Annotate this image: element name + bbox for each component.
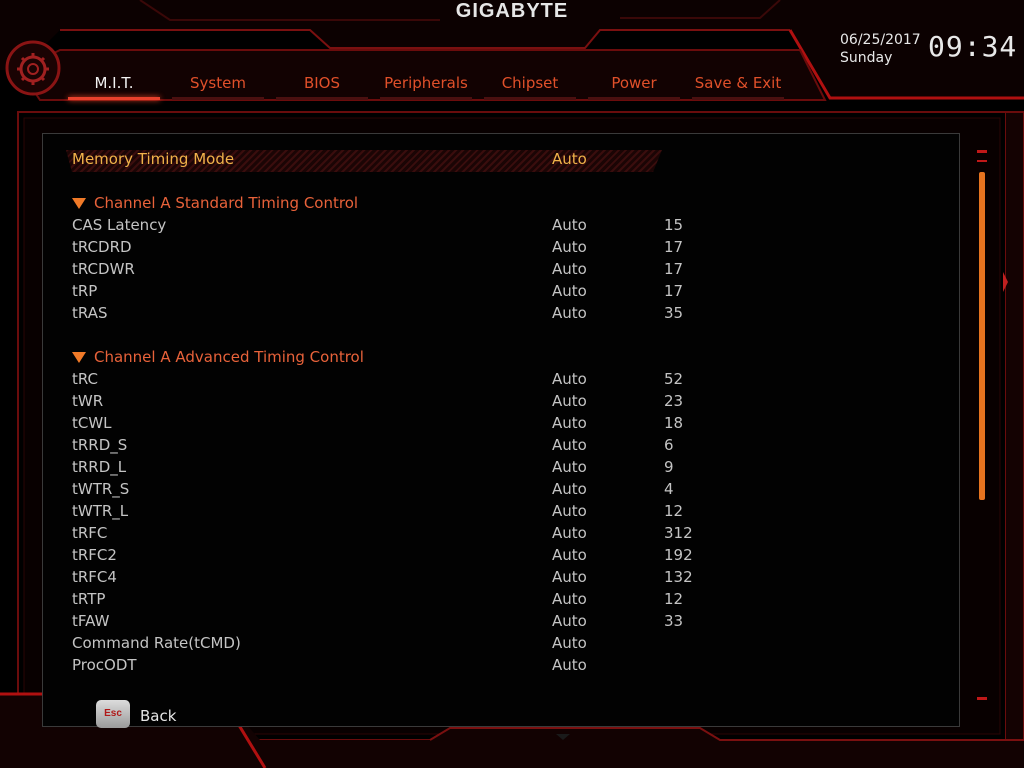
setting-value: 12: [664, 590, 684, 608]
setting-label: tRC: [72, 370, 99, 388]
setting-option: Auto: [552, 370, 587, 388]
setting-option: Auto: [552, 150, 587, 168]
setting-option: Auto: [552, 634, 587, 652]
tab-label: System: [190, 74, 246, 92]
esc-key-icon: Esc: [96, 700, 130, 728]
setting-value: 17: [664, 260, 684, 278]
tab-underline: [588, 97, 680, 100]
tab-system[interactable]: System: [172, 72, 264, 100]
setting-label: tRTP: [72, 590, 106, 608]
tab-chipset[interactable]: Chipset: [484, 72, 576, 100]
setting-option: Auto: [552, 480, 587, 498]
setting-value: 12: [664, 502, 684, 520]
date-display: 06/25/2017 Sunday: [840, 31, 921, 67]
setting-label: tWR: [72, 392, 104, 410]
setting-option: Auto: [552, 546, 587, 564]
setting-option: Auto: [552, 304, 587, 322]
setting-value: 192: [664, 546, 693, 564]
tab-underline: [276, 97, 368, 100]
setting-value: 33: [664, 612, 684, 630]
setting-option: Auto: [552, 436, 587, 454]
setting-value: 18: [664, 414, 684, 432]
tab-label: Save & Exit: [694, 74, 782, 92]
setting-option: Auto: [552, 458, 587, 476]
setting-label: tWTR_L: [72, 502, 129, 520]
setting-label: Memory Timing Mode: [72, 150, 235, 168]
tab-label: Chipset: [501, 74, 559, 92]
setting-value: 15: [664, 216, 684, 234]
tab-label: Peripherals: [384, 74, 468, 92]
setting-value: 6: [664, 436, 674, 454]
setting-option: Auto: [552, 568, 587, 586]
clock-display: 09:34: [928, 30, 1018, 63]
setting-label: tRRD_L: [72, 458, 127, 476]
setting-option: Auto: [552, 260, 587, 278]
setting-value: 17: [664, 282, 684, 300]
setting-option: Auto: [552, 238, 587, 256]
tab-label: Power: [611, 74, 657, 92]
tab-underline: [692, 97, 784, 100]
scrollbar-thumb[interactable]: [979, 172, 985, 500]
setting-label: tCWL: [72, 414, 112, 432]
setting-value: 23: [664, 392, 684, 410]
setting-value: 312: [664, 524, 693, 542]
gear-icon: [8, 38, 58, 98]
date-text: 06/25/2017: [840, 32, 921, 48]
setting-value: 35: [664, 304, 684, 322]
setting-option: Auto: [552, 414, 587, 432]
setting-label: tRCDRD: [72, 238, 132, 256]
setting-value: 52: [664, 370, 684, 388]
setting-label: Command Rate(tCMD): [72, 634, 241, 652]
setting-label: tFAW: [72, 612, 110, 630]
tab-underline: [380, 97, 472, 100]
tab-power[interactable]: Power: [588, 72, 680, 100]
setting-option: Auto: [552, 524, 587, 542]
setting-label: tRFC2: [72, 546, 117, 564]
setting-label: tRP: [72, 282, 98, 300]
back-label: Back: [140, 707, 177, 725]
setting-label: tRCDWR: [72, 260, 135, 278]
triangle-down-icon: [72, 352, 86, 363]
setting-option: Auto: [552, 216, 587, 234]
setting-value: 4: [664, 480, 674, 498]
section-standard-timing[interactable]: Channel A Standard Timing Control: [72, 192, 358, 214]
setting-label: tWTR_S: [72, 480, 130, 498]
tab-peripherals[interactable]: Peripherals: [380, 72, 472, 100]
section-title: Channel A Standard Timing Control: [94, 194, 359, 212]
tab-save-exit[interactable]: Save & Exit: [692, 72, 784, 100]
setting-label: tRFC4: [72, 568, 117, 586]
setting-label: tRAS: [72, 304, 108, 322]
tab-underline: [172, 97, 264, 100]
setting-label: CAS Latency: [72, 216, 167, 234]
setting-option: Auto: [552, 590, 587, 608]
setting-option: Auto: [552, 502, 587, 520]
setting-value: 9: [664, 458, 674, 476]
setting-option: Auto: [552, 656, 587, 674]
tab-underline: [484, 97, 576, 100]
setting-value: 132: [664, 568, 693, 586]
tab-label: BIOS: [303, 74, 341, 92]
setting-option: Auto: [552, 392, 587, 410]
tab-bios[interactable]: BIOS: [276, 72, 368, 100]
triangle-down-icon: [72, 198, 86, 209]
setting-option: Auto: [552, 282, 587, 300]
tab-underline: [68, 97, 160, 100]
setting-label: ProcODT: [72, 656, 137, 674]
setting-label: tRFC: [72, 524, 108, 542]
section-title: Channel A Advanced Timing Control: [94, 348, 364, 366]
tab-label: M.I.T.: [94, 74, 134, 92]
day-text: Sunday: [840, 50, 893, 66]
setting-value: 17: [664, 238, 684, 256]
section-advanced-timing[interactable]: Channel A Advanced Timing Control: [72, 346, 364, 368]
tab-mit[interactable]: M.I.T.: [68, 72, 160, 100]
setting-option: Auto: [552, 612, 587, 630]
brand-logo: GIGABYTE: [455, 0, 569, 22]
setting-label: tRRD_S: [72, 436, 128, 454]
